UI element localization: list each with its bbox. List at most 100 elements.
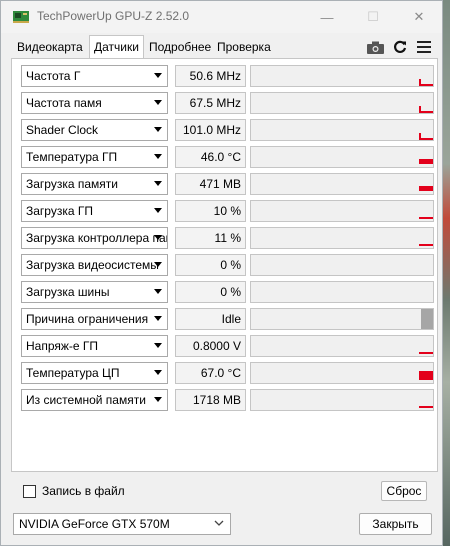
graph-bar <box>419 217 433 219</box>
tab-graphics-card[interactable]: Видеокарта <box>13 38 87 58</box>
dropdown-arrow-icon <box>154 181 162 186</box>
desktop-background <box>443 0 450 546</box>
dropdown-arrow-icon <box>154 208 162 213</box>
sensor-graph[interactable] <box>250 335 434 357</box>
dropdown-arrow-icon <box>154 73 162 78</box>
minimize-button[interactable]: — <box>304 1 350 33</box>
dropdown-arrow-icon <box>154 235 162 240</box>
title-bar[interactable]: TechPowerUp GPU-Z 2.52.0 — ☐ ✕ <box>1 1 442 33</box>
close-window-button[interactable]: ✕ <box>396 1 442 33</box>
sensor-name: Частота Г <box>26 69 81 83</box>
sensor-name-dropdown[interactable]: Загрузка видеосистемы <box>21 254 168 276</box>
sensor-name: Загрузка контроллера памяти <box>26 231 167 245</box>
tab-validation[interactable]: Проверка <box>213 38 275 58</box>
dropdown-arrow-icon <box>154 397 162 402</box>
sensor-row: Причина ограничения Idle <box>21 308 434 330</box>
gpuz-window: TechPowerUp GPU-Z 2.52.0 — ☐ ✕ Видеокарт… <box>0 0 443 546</box>
dropdown-arrow-icon <box>154 154 162 159</box>
sensor-graph[interactable] <box>250 254 434 276</box>
sensor-value: 67.5 MHz <box>175 92 246 114</box>
sensor-name-dropdown[interactable]: Частота Г <box>21 65 168 87</box>
sensor-name: Загрузка ГП <box>26 204 93 218</box>
checkbox-box[interactable] <box>23 484 36 498</box>
gpu-select-dropdown[interactable]: NVIDIA GeForce GTX 570M <box>13 513 231 535</box>
graph-bar <box>419 133 421 140</box>
menu-icon[interactable] <box>415 37 433 57</box>
sensor-row: Shader Clock 101.0 MHz <box>21 119 434 141</box>
reset-button[interactable]: Сброс <box>381 481 427 501</box>
sensor-value: 11 % <box>175 227 246 249</box>
graph-bar <box>419 352 433 354</box>
sensor-name-dropdown[interactable]: Температура ГП <box>21 146 168 168</box>
dropdown-arrow-icon <box>154 289 162 294</box>
dropdown-arrow-icon <box>154 262 162 267</box>
maximize-button[interactable]: ☐ <box>350 1 396 33</box>
graph-bar <box>419 244 433 246</box>
sensor-graph[interactable] <box>250 173 434 195</box>
tab-advanced[interactable]: Подробнее <box>145 38 215 58</box>
sensor-value: 50.6 MHz <box>175 65 246 87</box>
sensor-name: Загрузка памяти <box>26 177 118 191</box>
dropdown-arrow-icon <box>154 370 162 375</box>
window-title: TechPowerUp GPU-Z 2.52.0 <box>37 9 190 23</box>
sensor-value: 0.8000 V <box>175 335 246 357</box>
sensor-row: Загрузка контроллера памяти 11 % <box>21 227 434 249</box>
dropdown-arrow-icon <box>154 100 162 105</box>
sensor-name: Причина ограничения <box>26 312 149 326</box>
sensor-graph[interactable] <box>250 389 434 411</box>
sensor-value: 101.0 MHz <box>175 119 246 141</box>
sensor-graph[interactable] <box>250 227 434 249</box>
sensor-name: Напряж-е ГП <box>26 339 99 353</box>
sensor-name-dropdown[interactable]: Из системной памяти <box>21 389 168 411</box>
sensor-value: 10 % <box>175 200 246 222</box>
sensor-name-dropdown[interactable]: Загрузка шины <box>21 281 168 303</box>
refresh-icon[interactable] <box>391 37 409 57</box>
log-to-file-label: Запись в файл <box>42 484 125 498</box>
sensor-graph[interactable] <box>250 308 434 330</box>
graph-bar <box>419 79 421 86</box>
sensor-graph[interactable] <box>250 119 434 141</box>
sensor-value: 0 % <box>175 254 246 276</box>
sensor-value: 1718 MB <box>175 389 246 411</box>
graph-bar <box>419 406 433 408</box>
sensor-row: Загрузка шины 0 % <box>21 281 434 303</box>
graph-bar <box>419 371 433 380</box>
sensor-value: 0 % <box>175 281 246 303</box>
dropdown-arrow-icon <box>154 127 162 132</box>
sensor-value: Idle <box>175 308 246 330</box>
sensor-graph[interactable] <box>250 281 434 303</box>
sensor-row: Температура ЦП 67.0 °C <box>21 362 434 384</box>
sensor-graph[interactable] <box>250 65 434 87</box>
sensor-name-dropdown[interactable]: Частота памя <box>21 92 168 114</box>
sensor-graph[interactable] <box>250 362 434 384</box>
sensor-graph[interactable] <box>250 200 434 222</box>
sensor-name-dropdown[interactable]: Загрузка ГП <box>21 200 168 222</box>
sensor-name: Загрузка шины <box>26 285 110 299</box>
sensor-name-dropdown[interactable]: Температура ЦП <box>21 362 168 384</box>
sensor-value: 471 MB <box>175 173 246 195</box>
sensor-row: Частота Г 50.6 MHz <box>21 65 434 87</box>
graph-bar <box>421 309 433 329</box>
close-button[interactable]: Закрыть <box>359 513 432 535</box>
sensor-graph[interactable] <box>250 92 434 114</box>
sensor-value: 67.0 °C <box>175 362 246 384</box>
dropdown-arrow-icon <box>154 343 162 348</box>
sensor-name-dropdown[interactable]: Shader Clock <box>21 119 168 141</box>
sensor-row: Из системной памяти 1718 MB <box>21 389 434 411</box>
tab-sensors[interactable]: Датчики <box>89 35 144 59</box>
sensor-name-dropdown[interactable]: Загрузка памяти <box>21 173 168 195</box>
graph-bar <box>419 106 421 113</box>
sensor-name: Частота памя <box>26 96 102 110</box>
chevron-down-icon <box>214 520 224 526</box>
log-to-file-checkbox[interactable]: Запись в файл <box>23 484 125 498</box>
sensor-graph[interactable] <box>250 146 434 168</box>
graph-baseline <box>419 84 433 86</box>
sensor-row: Загрузка видеосистемы 0 % <box>21 254 434 276</box>
sensor-value: 46.0 °C <box>175 146 246 168</box>
sensor-name-dropdown[interactable]: Напряж-е ГП <box>21 335 168 357</box>
camera-icon[interactable] <box>365 37 385 57</box>
sensor-name: Загрузка видеосистемы <box>26 258 159 272</box>
gpu-select-value: NVIDIA GeForce GTX 570M <box>19 517 170 531</box>
sensor-name-dropdown[interactable]: Причина ограничения <box>21 308 168 330</box>
sensor-name-dropdown[interactable]: Загрузка контроллера памяти <box>21 227 168 249</box>
